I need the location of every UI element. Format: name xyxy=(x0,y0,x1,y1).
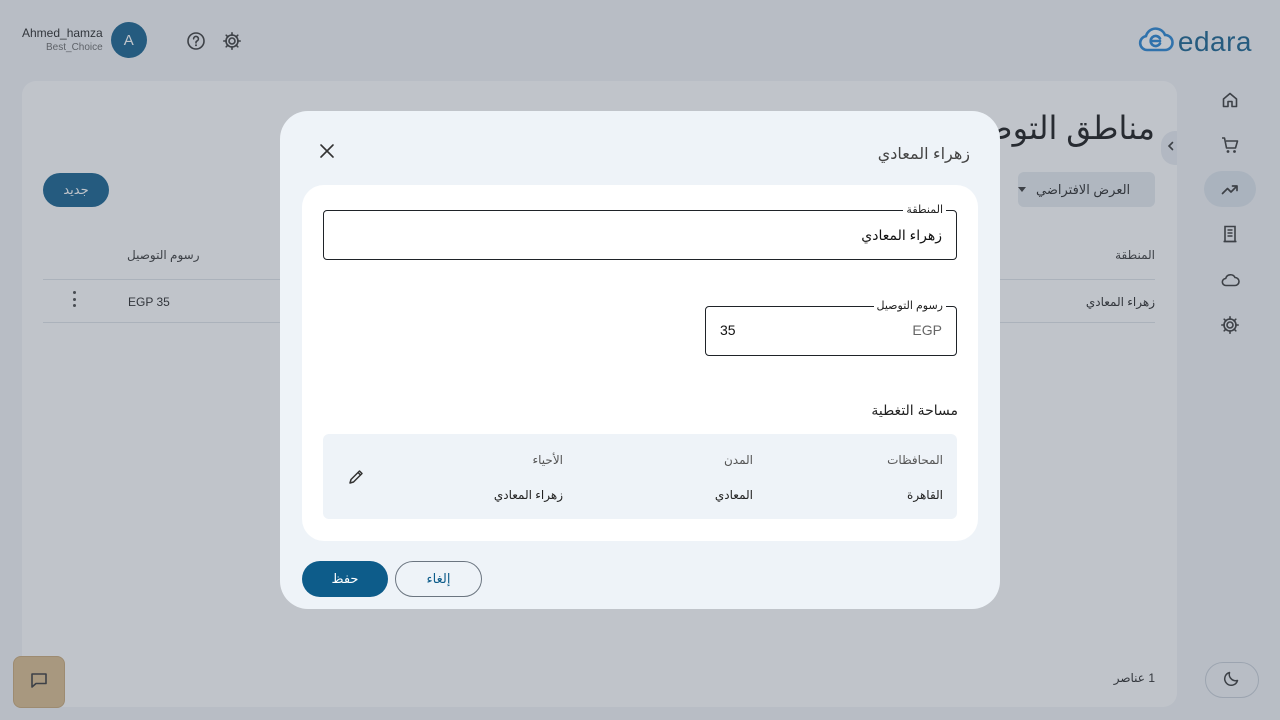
coverage-city: المعادي xyxy=(714,488,753,502)
coverage-header-cities: المدن xyxy=(723,453,753,467)
coverage-title: مساحة التغطية xyxy=(871,402,958,418)
coverage-district: زهراء المعادي xyxy=(493,488,563,502)
coverage-table: المحافظات المدن الأحياء القاهرة المعادي … xyxy=(323,434,957,519)
dialog-form: المنطقة زهراء المعادي رسوم التوصيل EGP 3… xyxy=(302,185,978,541)
fee-field[interactable]: رسوم التوصيل EGP 35 xyxy=(705,299,957,356)
close-icon[interactable] xyxy=(316,140,338,162)
region-field-value: زهراء المعادي xyxy=(861,227,942,243)
dialog-title: زهراء المعادي xyxy=(877,146,970,163)
save-button[interactable]: حفظ xyxy=(302,561,388,597)
region-field[interactable]: المنطقة زهراء المعادي xyxy=(323,203,957,260)
coverage-governorate: القاهرة xyxy=(907,488,943,502)
pencil-icon[interactable] xyxy=(345,466,367,488)
coverage-header-governorates: المحافظات xyxy=(887,453,943,467)
cancel-button[interactable]: إلغاء xyxy=(395,561,482,597)
currency-prefix: EGP xyxy=(912,322,942,338)
edit-zone-dialog: زهراء المعادي المنطقة زهراء المعادي رسوم… xyxy=(280,111,1000,609)
region-field-label: المنطقة xyxy=(903,203,946,217)
coverage-header-districts: الأحياء xyxy=(532,453,563,467)
fee-field-label: رسوم التوصيل xyxy=(873,299,946,313)
fee-field-value: 35 xyxy=(720,322,736,338)
